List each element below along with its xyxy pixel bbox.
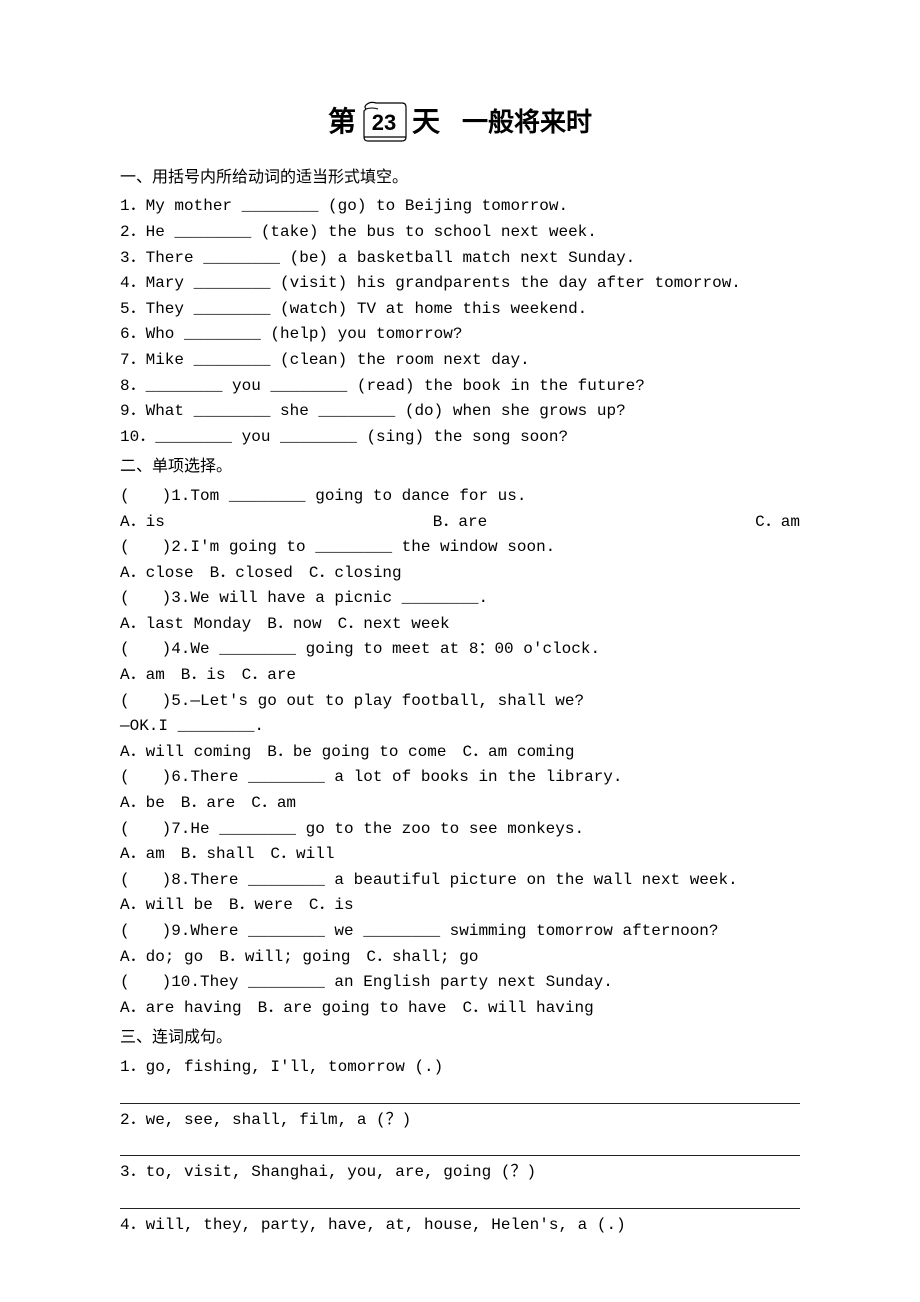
answer-line [120,1085,800,1104]
s2-q9-stem: ( )9.Where ________ we ________ swimming… [120,919,800,945]
s2-q2-opts: A．close B．closed C．closing [120,561,800,587]
s1-item: 1．My mother ________ (go) to Beijing tom… [120,194,800,220]
s1-item: 7．Mike ________ (clean) the room next da… [120,348,800,374]
s2-q7-opts: A．am B．shall C．will [120,842,800,868]
s1-item: 4．Mary ________ (visit) his grandparents… [120,271,800,297]
s2-q4-stem: ( )4.We ________ going to meet at 8：00 o… [120,637,800,663]
s2-q1-opts: A．is B．are C．am [120,510,800,536]
worksheet-page: 第 23 天 一般将来时 一、用括号内所给动词的适当形式填空。 1．My mot… [0,0,920,1298]
s2-q5-stem: ( )5.—Let's go out to play football, sha… [120,689,800,715]
title-subtitle: 一般将来时 [462,102,592,144]
s2-q7-stem: ( )7.He ________ go to the zoo to see mo… [120,817,800,843]
s2-q8-stem: ( )8.There ________ a beautiful picture … [120,868,800,894]
section3-heading: 三、连词成句。 [120,1025,800,1051]
s1-item: 10．________ you ________ (sing) the song… [120,425,800,451]
page-title: 第 23 天 一般将来时 [120,100,800,145]
day-number: 23 [372,105,396,140]
s1-item: 6．Who ________ (help) you tomorrow? [120,322,800,348]
s2-q6-stem: ( )6.There ________ a lot of books in th… [120,765,800,791]
s2-q3-opts: A．last Monday B．now C．next week [120,612,800,638]
title-day: 天 [412,100,440,145]
s2-q9-opts: A．do; go B．will; going C．shall; go [120,945,800,971]
s2-q5-stem2: —OK.I ________. [120,714,800,740]
answer-line [120,1190,800,1209]
s2-q10-stem: ( )10.They ________ an English party nex… [120,970,800,996]
s2-q5-opts: A．will coming B．be going to come C．am co… [120,740,800,766]
section1-heading: 一、用括号内所给动词的适当形式填空。 [120,165,800,191]
s1-item: 2．He ________ (take) the bus to school n… [120,220,800,246]
day-badge: 23 [360,101,408,143]
s2-q3-stem: ( )3.We will have a picnic ________. [120,586,800,612]
s3-item: 4．will, they, party, have, at, house, He… [120,1213,800,1239]
s2-q1-opt-b: B．are [433,510,487,536]
s2-q10-opts: A．are having B．are going to have C．will … [120,996,800,1022]
section2-heading: 二、单项选择。 [120,454,800,480]
s1-item: 9．What ________ she ________ (do) when s… [120,399,800,425]
s2-q1-opt-c: C．am [755,510,800,536]
s2-q4-opts: A．am B．is C．are [120,663,800,689]
s1-item: 5．They ________ (watch) TV at home this … [120,297,800,323]
s3-item: 3．to, visit, Shanghai, you, are, going (… [120,1160,800,1186]
s3-item: 2．we, see, shall, film, a (？) [120,1108,800,1134]
answer-line [120,1137,800,1156]
s1-item: 3．There ________ (be) a basketball match… [120,246,800,272]
s2-q6-opts: A．be B．are C．am [120,791,800,817]
s2-q1-stem: ( )1.Tom ________ going to dance for us. [120,484,800,510]
s2-q2-stem: ( )2.I'm going to ________ the window so… [120,535,800,561]
s2-q1-opt-a: A．is [120,510,165,536]
s1-item: 8．________ you ________ (read) the book … [120,374,800,400]
title-prefix: 第 [328,100,356,145]
s2-q8-opts: A．will be B．were C．is [120,893,800,919]
s3-item: 1．go, fishing, I'll, tomorrow (.) [120,1055,800,1081]
